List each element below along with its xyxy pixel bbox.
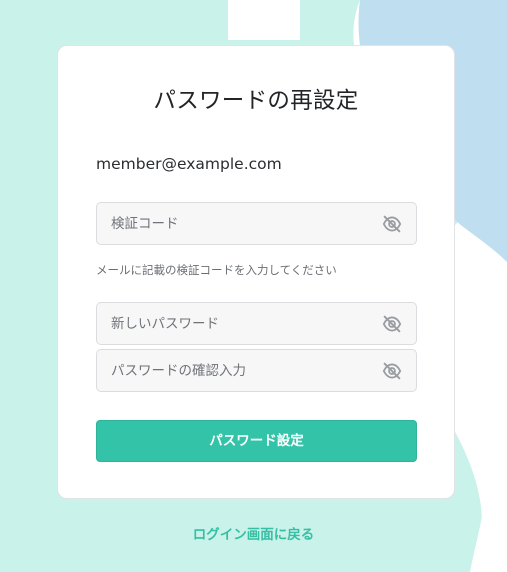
eye-off-icon[interactable] (382, 315, 402, 333)
confirm-password-input[interactable] (111, 350, 371, 391)
account-email: member@example.com (96, 155, 282, 173)
page-title: パスワードの再設定 (153, 88, 359, 114)
set-password-button[interactable]: パスワード設定 (96, 420, 417, 462)
eye-off-icon[interactable] (382, 362, 402, 380)
confirm-password-field[interactable] (96, 349, 417, 392)
verification-code-hint: メールに記載の検証コードを入力してください (96, 263, 337, 277)
new-password-field[interactable] (96, 302, 417, 345)
back-to-login-link[interactable]: ログイン画面に戻る (0, 523, 507, 543)
verification-code-input[interactable] (111, 203, 371, 244)
verification-code-field[interactable] (96, 202, 417, 245)
eye-off-icon[interactable] (382, 215, 402, 233)
password-reset-card: パスワードの再設定 member@example.com メールに記載の検証コー… (57, 45, 455, 499)
new-password-input[interactable] (111, 303, 371, 344)
